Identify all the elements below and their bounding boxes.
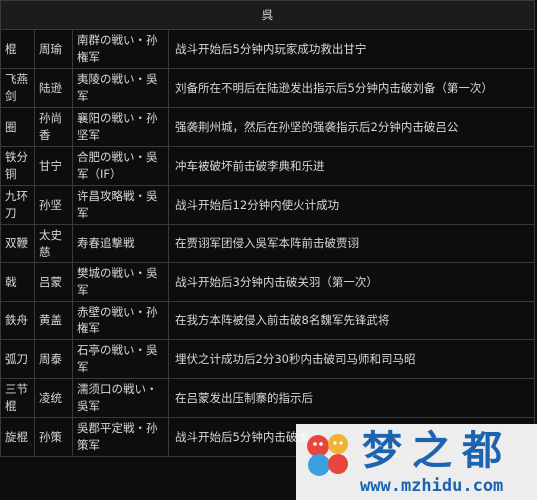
table-row: 三节棍 凌统 濡须口の戦い・吳军 在吕蒙发出压制寨的指示后 (0, 378, 535, 419)
condition-cell: 战斗开始后5分钟内玩家成功救出甘宁 (168, 29, 535, 69)
table-row: 铁分铜 甘宁 合肥の戦い・吳军（IF） 冲车被破坏前击破李典和乐进 (0, 146, 535, 186)
weapon-cell: 飞燕剑 (0, 68, 35, 108)
table-row: 双鞭 太史慈 寿春追撃戦 在贾诩军团侵入吳军本阵前击破贾诩 (0, 223, 535, 264)
battle-cell: 濡须口の戦い・吳军 (72, 378, 169, 419)
table-body: 棍周瑜 南群の戦い・孙権军 战斗开始后5分钟内玩家成功救出甘宁 飞燕剑 陆逊 夷陵の戦い・… (0, 29, 535, 458)
condition-cell: 在我方本阵被侵入前击破8名魏军先锋武将 (168, 300, 535, 341)
general-cell: 黄盖 (34, 300, 73, 341)
table-header-row: 呉 (0, 0, 535, 30)
battle-cell: 吳郡平定戦・孙策军 (72, 417, 169, 458)
battle-cell: 许昌攻略戦・吳军 (72, 185, 169, 225)
weapon-cell: 弧刀 (0, 339, 35, 380)
table-row: 九环刀 孙坚 许昌攻略戦・吳军 战斗开始后12分钟内使火计成功 (0, 185, 535, 225)
condition-cell: 强袭荆州城，然后在孙坚的强袭指示后2分钟内击破吕公 (168, 107, 535, 147)
general-cell: 陆逊 (34, 68, 73, 108)
battle-cell: 赤壁の戦い・孙権军 (72, 300, 169, 341)
watermark-logo-icon (307, 434, 348, 476)
weapon-cell: 棍 (0, 29, 35, 69)
battle-cell: 夷陵の戦い・吳军 (72, 68, 169, 108)
table-row: 鉄舟 黄盖 赤壁の戦い・孙権军 在我方本阵被侵入前击破8名魏军先锋武将 (0, 300, 535, 341)
weapon-cell: 鉄舟 (0, 300, 35, 341)
weapon-cell: 九环刀 (0, 185, 35, 225)
condition-cell: 战斗开始后12分钟内使火计成功 (168, 185, 535, 225)
battle-cell: 石亭の戦い・吳军 (72, 339, 169, 380)
battle-cell: 樊城の戦い・吳军 (72, 262, 169, 302)
condition-cell: 在吕蒙发出压制寨的指示后 (168, 378, 535, 419)
table-row: 棍周瑜 南群の戦い・孙権军 战斗开始后5分钟内玩家成功救出甘宁 (0, 29, 535, 69)
general-cell: 孙尚香 (34, 107, 73, 147)
condition-cell: 在贾诩军团侵入吳军本阵前击破贾诩 (168, 223, 535, 264)
watermark-url: www.mzhidu.com (360, 476, 504, 496)
condition-cell: 冲车被破坏前击破李典和乐进 (168, 146, 535, 186)
general-cell: 孙策 (34, 417, 73, 458)
strategy-table-panel: 呉 棍周瑜 南群の戦い・孙権军 战斗开始后5分钟内玩家成功救出甘宁 飞燕剑 陆逊 夷陵の戦… (0, 0, 537, 500)
battle-cell: 南群の戦い・孙権军 (72, 29, 169, 69)
battle-cell: 寿春追撃戦 (72, 223, 169, 264)
general-cell: 太史慈 (34, 223, 73, 264)
condition-cell: 埋伏之计成功后2分30秒内击破司马师和司马昭 (168, 339, 535, 380)
weapon-cell: 三节棍 (0, 378, 35, 419)
general-cell: 吕蒙 (34, 262, 73, 302)
watermark-brand: 梦之都 (362, 428, 512, 474)
general-cell: 周泰 (34, 339, 73, 380)
table-row: 戟吕蒙 樊城の戦い・吳军 战斗开始后3分钟内击破关羽（第一次） (0, 262, 535, 302)
weapon-cell: 圈 (0, 107, 35, 147)
general-cell: 凌统 (34, 378, 73, 419)
weapon-unlock-table: 呉 棍周瑜 南群の戦い・孙権军 战斗开始后5分钟内玩家成功救出甘宁 飞燕剑 陆逊 夷陵の戦… (0, 0, 535, 458)
table-title: 呉 (0, 0, 535, 30)
weapon-cell: 铁分铜 (0, 146, 35, 186)
weapon-cell: 旋棍 (0, 417, 35, 458)
table-row: 飞燕剑 陆逊 夷陵の戦い・吳军 刘备所在不明后在陆逊发出指示后5分钟内击破刘备（第一次… (0, 68, 535, 108)
condition-cell: 刘备所在不明后在陆逊发出指示后5分钟内击破刘备（第一次） (168, 68, 535, 108)
weapon-cell: 戟 (0, 262, 35, 302)
battle-cell: 襄阳の戦い・孙坚军 (72, 107, 169, 147)
condition-cell: 战斗开始后3分钟内击破关羽（第一次） (168, 262, 535, 302)
table-row: 圈孙尚香 襄阳の戦い・孙坚军 强袭荆州城，然后在孙坚的强袭指示后2分钟内击破吕公 (0, 107, 535, 147)
general-cell: 周瑜 (34, 29, 73, 69)
general-cell: 孙坚 (34, 185, 73, 225)
site-watermark: 梦之都 www.mzhidu.com (296, 424, 537, 500)
battle-cell: 合肥の戦い・吳军（IF） (72, 146, 169, 186)
table-row: 弧刀 周泰 石亭の戦い・吳军 埋伏之计成功后2分30秒内击破司马师和司马昭 (0, 339, 535, 380)
weapon-cell: 双鞭 (0, 223, 35, 264)
general-cell: 甘宁 (34, 146, 73, 186)
